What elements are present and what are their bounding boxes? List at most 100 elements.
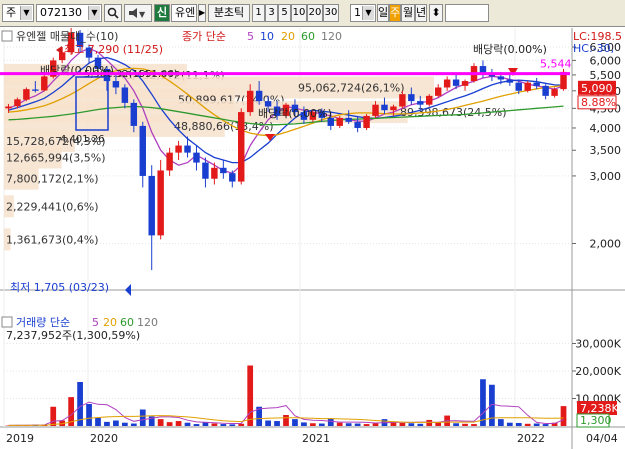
volume-bar [497,419,504,426]
x-tick-label: 2020 [90,432,118,445]
interval-button-3[interactable]: 3 [265,4,278,22]
candle-body [417,101,424,105]
volume-bar [489,384,495,426]
arrow-right-icon[interactable]: ▶ [198,4,206,22]
candle-body [229,173,236,182]
candle-body [14,99,21,107]
candle-body [264,101,272,107]
interval-button-10[interactable]: 10 [291,4,307,22]
candle-body [220,167,227,174]
stock-code-input[interactable]: 072130 ▼ [36,4,102,22]
candle-body [372,104,379,116]
candle-body [32,89,39,91]
candle-body [354,121,361,128]
candle-body [184,145,191,153]
chevron-down-icon[interactable]: ▼ [20,6,32,20]
new-badge: 신 [154,4,170,22]
speaker-button[interactable]: ▼ [124,4,152,22]
x-tick-label: 2019 [6,432,34,445]
candle-body [443,79,451,88]
volume-bar [515,422,522,426]
candle-body [121,87,129,103]
candle-body [148,175,155,236]
svg-text:▼: ▼ [139,10,146,19]
search-button[interactable] [104,4,122,22]
mode-select[interactable]: 주 ▼ [2,4,34,22]
ma-prefix: 종가 단순 [182,30,226,43]
period-week-button[interactable]: 주 [389,4,401,22]
volume-mid-value: 1,300 [580,414,612,427]
candle-body [211,167,218,179]
volume-bar [220,424,227,426]
volume-bar [471,424,477,426]
candle-body [166,152,173,171]
volume-tick-label: 30,000K [575,338,621,351]
period-year-button[interactable]: 년 [415,4,427,22]
volume-bar [399,422,406,426]
volume-legend-checkbox[interactable] [1,316,13,328]
candle-body [41,76,48,91]
legend-checkbox[interactable] [1,30,13,42]
volume-profile-label: 95,062,724(26,1%) [298,81,405,94]
candle-body [497,76,505,80]
volume-bar [86,404,92,426]
candle-body [202,162,209,179]
period-day-button[interactable]: 일 [377,4,389,22]
count-input[interactable] [445,4,489,22]
interval-select[interactable]: 1 ▼ [350,4,376,22]
candle-body [506,79,514,83]
chevron-down-icon[interactable]: ▼ [362,6,374,20]
price-tick-label: 5,500 [590,69,622,82]
candle-body [130,102,138,126]
candle-body [139,125,146,176]
volume-bar [121,422,128,426]
stock-code-value: 072130 [40,6,82,19]
volume-bar [113,420,119,426]
volume-bar [426,419,433,426]
candle-body [23,89,30,100]
x-tick-label: 2021 [302,432,330,445]
stock-name-field[interactable]: 유엔 [171,4,197,22]
volume-bar [327,418,334,426]
volume-bar [193,424,200,426]
high-annotation: 최고 7,290 (11/25) [64,43,163,56]
chevron-down-icon[interactable]: ▼ [88,6,100,20]
box-low-label: 4,401.26 [60,134,105,145]
volume-bar [104,421,110,426]
volume-bar [95,417,101,426]
volume-readout: 7,237,952주(1,300,59%) [6,329,140,342]
candle-body [336,117,343,126]
volume-bar [265,420,271,426]
volume-bar [318,423,325,426]
volume-bar [130,423,137,426]
volume-bar [408,423,415,426]
tick-button[interactable]: 분초틱 [208,4,250,22]
volume-bar [175,421,182,426]
volume-bar [345,423,352,426]
volume-bar [506,422,513,426]
change-pct-value: 8.88% [581,96,616,109]
volume-profile-label: 12,665,994(3,5%) [6,152,106,165]
price-tick-label: 2,000 [590,238,622,251]
volume-bar [542,424,549,426]
ma-120-label: 120 [321,30,342,43]
candle-body [390,106,397,111]
candle-body [5,106,12,109]
interval-button-1[interactable]: 1 [252,4,265,22]
candle-body [381,104,388,111]
price-title: 유엔젤 매물대_수(10) [16,30,118,43]
period-month-button[interactable]: 월 [401,4,415,22]
volume-profile-label: 2,229,441(0,6%) [6,200,99,213]
volume-bar [417,423,424,426]
price-tick-label: 6,000 [590,54,622,67]
candle-body [426,95,433,105]
volume-bar [283,415,289,426]
interval-button-20[interactable]: 20 [307,4,323,22]
candle-body [399,94,406,107]
vol-ma-120-label: 120 [137,316,158,329]
sort-arrows-icon[interactable]: ⬍ [429,4,443,22]
interval-button-30[interactable]: 30 [323,4,339,22]
interval-button-5[interactable]: 5 [278,4,291,22]
low-annotation: 최저 1,705 (03/23) [10,281,109,294]
toolbar: 주 ▼ 072130 ▼ ▼ 신 유엔 ▶ 분초틱 1 3 5 10 20 30 1 ▼ … [0,0,625,27]
